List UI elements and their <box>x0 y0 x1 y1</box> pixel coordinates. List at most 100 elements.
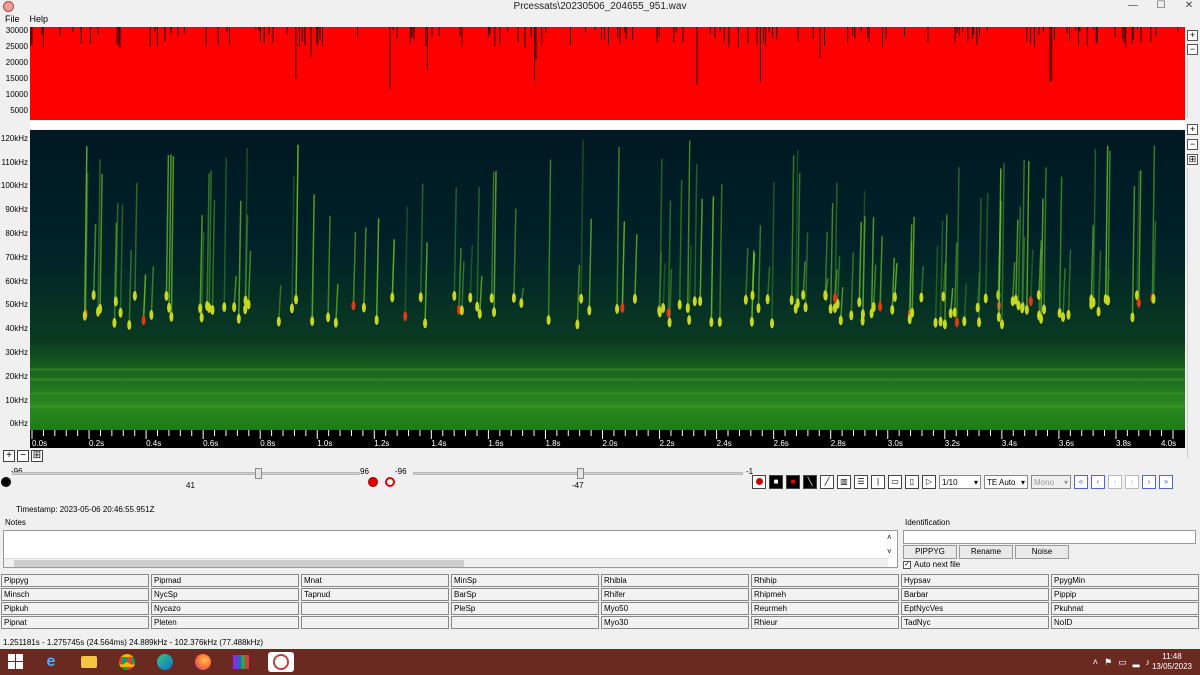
species-button[interactable] <box>451 616 599 629</box>
notes-scrollbar[interactable] <box>4 558 888 567</box>
te-mode-select[interactable]: TE Auto ▾ <box>984 475 1028 489</box>
species-button[interactable]: Rhipmeh <box>751 588 899 601</box>
noise-button[interactable]: Noise <box>1015 545 1069 559</box>
amp-scrollbar[interactable] <box>1187 58 1198 118</box>
bars-button[interactable]: ▥ <box>837 475 851 489</box>
firefox-icon[interactable] <box>192 652 214 672</box>
cursor-button[interactable]: | <box>871 475 885 489</box>
frame-button[interactable]: ▭ <box>888 475 902 489</box>
pippyg-button[interactable]: PIPPYG <box>903 545 957 559</box>
species-button[interactable] <box>301 616 449 629</box>
close-button[interactable]: ✕ <box>1182 0 1196 11</box>
black-dot-icon[interactable] <box>1 477 11 487</box>
red-ring-icon[interactable] <box>385 477 395 487</box>
first-file-button[interactable]: « <box>1074 475 1088 489</box>
species-button[interactable]: Rhieur <box>751 616 899 629</box>
species-button[interactable]: BarSp <box>451 588 599 601</box>
freq-tick: 50kHz <box>5 300 28 309</box>
bat-call-trace <box>870 217 875 314</box>
amp-zoom-in-button[interactable]: + <box>1187 30 1198 41</box>
species-button[interactable]: Mnat <box>301 574 449 587</box>
time-fit-button[interactable]: ⊞ <box>31 450 43 462</box>
forward-button[interactable]: › <box>1125 475 1139 489</box>
winrar-icon[interactable] <box>230 652 252 672</box>
red-square-button[interactable]: ■ <box>786 475 800 489</box>
bat-call-peak <box>996 312 1001 323</box>
species-button[interactable]: MinSp <box>451 574 599 587</box>
species-button[interactable]: Rhibla <box>601 574 749 587</box>
chevron-up-icon[interactable]: ˄ <box>1093 657 1098 668</box>
slider1-thumb[interactable] <box>255 468 262 479</box>
rename-button[interactable]: Rename <box>959 545 1013 559</box>
species-button[interactable]: Rhihip <box>751 574 899 587</box>
chevron-up-icon[interactable]: ˄ <box>887 533 892 542</box>
amplitude-waveform[interactable] <box>30 27 1185 120</box>
prev-file-button[interactable]: ‹ <box>1091 475 1105 489</box>
species-button[interactable]: NycSp <box>151 588 299 601</box>
clock[interactable]: 11:48 13/05/2023 <box>1152 652 1192 672</box>
volume-icon[interactable]: ♪ <box>1146 657 1151 668</box>
slider1-track[interactable] <box>12 472 360 475</box>
species-button[interactable]: Reurmeh <box>751 602 899 615</box>
bat-analyzer-icon[interactable] <box>268 652 294 672</box>
species-button[interactable]: Hypsav <box>901 574 1049 587</box>
species-button[interactable]: Tapnud <box>301 588 449 601</box>
species-button[interactable]: Myo50 <box>601 602 749 615</box>
species-button[interactable]: Pipkuh <box>1 602 149 615</box>
time-zoom-out-button[interactable]: − <box>17 450 29 462</box>
species-button[interactable]: Pkuhnat <box>1051 602 1199 615</box>
spec-scrollbar[interactable] <box>1187 168 1198 458</box>
square-dot-button[interactable]: ■ <box>769 475 783 489</box>
species-button[interactable]: TadNyc <box>901 616 1049 629</box>
channel-select[interactable]: Mono ▾ <box>1031 475 1071 489</box>
menu-file[interactable]: File <box>5 14 20 26</box>
menu-help[interactable]: Help <box>30 14 49 26</box>
spec-zoom-in-button[interactable]: + <box>1187 124 1198 135</box>
species-button[interactable]: Nycazo <box>151 602 299 615</box>
network-icon[interactable]: ▂ <box>1133 657 1140 668</box>
species-button[interactable]: Pleten <box>151 616 299 629</box>
ie-icon[interactable]: e <box>40 652 62 672</box>
species-button[interactable]: Rhifer <box>601 588 749 601</box>
species-button[interactable]: Pipmad <box>151 574 299 587</box>
species-button[interactable]: NoID <box>1051 616 1199 629</box>
battery-icon[interactable]: ▭ <box>1118 657 1127 668</box>
identification-input[interactable] <box>903 530 1196 544</box>
time-zoom-in-button[interactable]: + <box>3 450 15 462</box>
chrome-icon[interactable] <box>116 652 138 672</box>
lines-button[interactable]: ☰ <box>854 475 868 489</box>
amp-zoom-out-button[interactable]: − <box>1187 44 1198 55</box>
red-dot-icon[interactable] <box>368 477 378 487</box>
flag-icon[interactable]: ⚑ <box>1104 657 1112 668</box>
maximize-button[interactable]: ☐ <box>1154 0 1168 11</box>
slider2-thumb[interactable] <box>577 468 584 479</box>
species-button[interactable]: EptNycVes <box>901 602 1049 615</box>
auto-next-checkbox[interactable]: ✓ Auto next file <box>903 560 960 569</box>
species-button[interactable]: Minsch <box>1 588 149 601</box>
chevron-down-icon[interactable]: ˅ <box>887 547 892 556</box>
record-dot-icon[interactable] <box>752 475 766 489</box>
diagonal-button[interactable]: ╲ <box>803 475 817 489</box>
spectrogram[interactable] <box>30 130 1185 430</box>
species-button[interactable]: Myo30 <box>601 616 749 629</box>
species-button[interactable]: Pippip <box>1051 588 1199 601</box>
diagonal-up-button[interactable]: ╱ <box>820 475 834 489</box>
species-button[interactable]: PpygMin <box>1051 574 1199 587</box>
edge-icon[interactable] <box>154 652 176 672</box>
next-file-button[interactable]: › <box>1142 475 1156 489</box>
species-button[interactable] <box>301 602 449 615</box>
species-button[interactable]: Pippyg <box>1 574 149 587</box>
spec-zoom-out-button[interactable]: − <box>1187 139 1198 150</box>
species-button[interactable]: Pipnat <box>1 616 149 629</box>
spec-fit-button[interactable]: ⊞ <box>1187 154 1198 165</box>
ratio-select[interactable]: 1/10 ▾ <box>939 475 981 489</box>
back-button[interactable]: ‹ <box>1108 475 1122 489</box>
windows-start-icon[interactable] <box>8 654 24 670</box>
file-explorer-icon[interactable] <box>78 652 100 672</box>
species-button[interactable]: Barbar <box>901 588 1049 601</box>
last-file-button[interactable]: » <box>1159 475 1173 489</box>
play-button[interactable]: ▷ <box>922 475 936 489</box>
species-button[interactable]: PleSp <box>451 602 599 615</box>
markers-button[interactable]: ▯ <box>905 475 919 489</box>
minimize-button[interactable]: — <box>1126 0 1140 11</box>
